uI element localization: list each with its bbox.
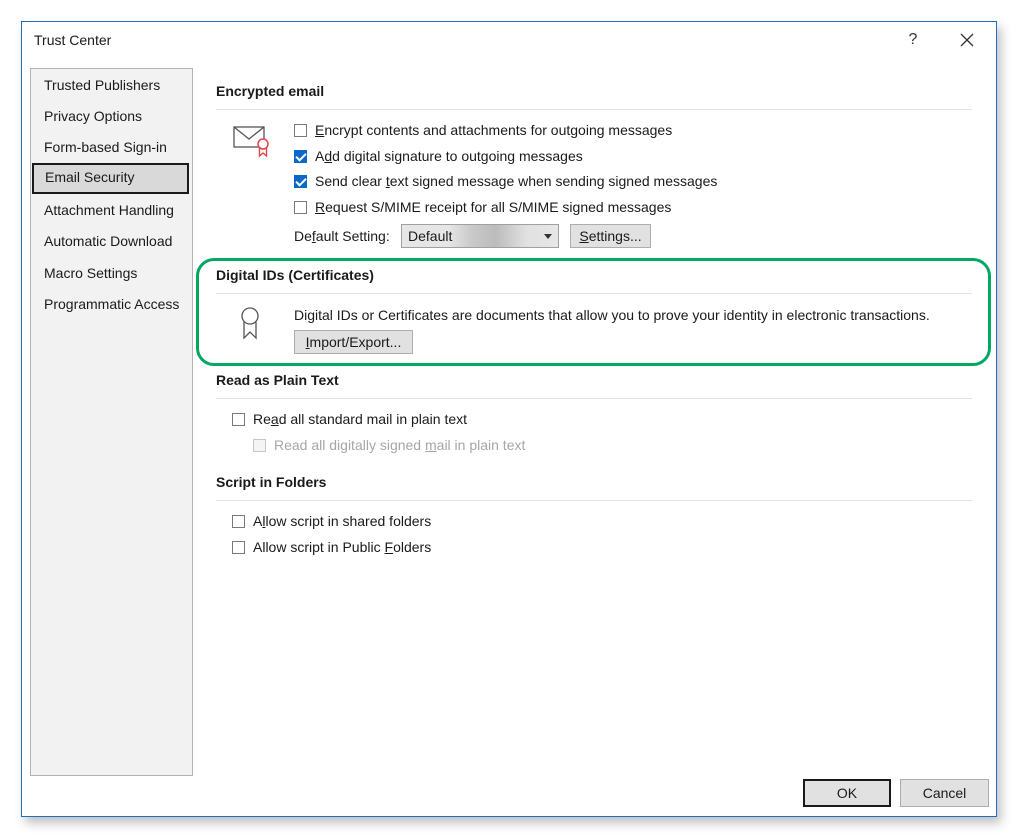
divider <box>216 398 972 399</box>
close-button[interactable] <box>952 28 982 52</box>
sidebar-item-automatic-download[interactable]: Automatic Download <box>32 227 189 255</box>
add-digital-signature-checkbox[interactable]: Add digital signature to outgoing messag… <box>294 148 583 164</box>
envelope-certificate-icon <box>233 126 269 158</box>
checkbox-label: Encrypt contents and attachments for out… <box>315 122 673 138</box>
encrypted-email-heading: Encrypted email <box>216 83 325 99</box>
checkbox-box[interactable] <box>232 514 245 528</box>
checkbox-label: Read all digitally signed mail in plain … <box>274 437 526 453</box>
allow-script-shared-folders-checkbox[interactable]: Allow script in shared folders <box>232 513 431 529</box>
checkbox-box[interactable] <box>294 174 307 188</box>
chevron-down-icon <box>544 234 552 239</box>
digital-ids-heading: Digital IDs (Certificates) <box>216 267 374 283</box>
checkbox-box[interactable] <box>294 123 307 137</box>
ok-button[interactable]: OK <box>803 779 891 807</box>
import-export-button[interactable]: Import/Export... <box>294 330 413 354</box>
checkbox-label: Allow script in Public Folders <box>253 539 432 555</box>
sidebar-item-privacy-options[interactable]: Privacy Options <box>32 102 189 130</box>
allow-script-public-folders-checkbox[interactable]: Allow script in Public Folders <box>232 539 431 555</box>
checkbox-box[interactable] <box>294 149 307 163</box>
digital-ids-description: Digital IDs or Certificates are document… <box>294 307 930 323</box>
checkbox-label: Read all standard mail in plain text <box>253 411 468 427</box>
close-icon <box>960 33 974 47</box>
checkbox-label: Allow script in shared folders <box>253 513 432 529</box>
cancel-button[interactable]: Cancel <box>900 779 989 807</box>
divider <box>216 500 972 501</box>
read-as-plain-text-heading: Read as Plain Text <box>216 372 339 388</box>
read-signed-mail-plain-text-checkbox: Read all digitally signed mail in plain … <box>253 437 525 453</box>
divider <box>216 109 972 110</box>
checkbox-box[interactable] <box>232 540 245 554</box>
settings-button[interactable]: Settings... <box>570 224 651 248</box>
send-clear-text-signed-checkbox[interactable]: Send clear text signed message when send… <box>294 173 717 189</box>
encrypt-contents-checkbox[interactable]: Encrypt contents and attachments for out… <box>294 122 672 138</box>
trust-center-dialog: Trust Center ? Trusted Publishers Privac… <box>21 21 997 817</box>
default-setting-dropdown[interactable]: Default <box>401 224 559 248</box>
default-setting-label: Default Setting: <box>294 228 390 244</box>
sidebar-item-form-based-sign-in[interactable]: Form-based Sign-in <box>32 133 189 161</box>
window-title: Trust Center <box>34 32 112 48</box>
checkbox-box[interactable] <box>232 412 245 426</box>
sidebar-item-attachment-handling[interactable]: Attachment Handling <box>32 196 189 224</box>
dropdown-value: Default <box>408 228 453 244</box>
checkbox-box[interactable] <box>294 200 307 214</box>
request-smime-receipt-checkbox[interactable]: Request S/MIME receipt for all S/MIME si… <box>294 199 671 215</box>
certificate-ribbon-icon <box>241 307 259 340</box>
read-standard-mail-plain-text-checkbox[interactable]: Read all standard mail in plain text <box>232 411 467 427</box>
checkbox-label: Send clear text signed message when send… <box>315 173 718 189</box>
sidebar-item-trusted-publishers[interactable]: Trusted Publishers <box>32 71 189 99</box>
divider <box>216 293 972 294</box>
sidebar: Trusted Publishers Privacy Options Form-… <box>30 68 193 776</box>
sidebar-item-macro-settings[interactable]: Macro Settings <box>32 259 189 287</box>
help-button[interactable]: ? <box>898 28 928 52</box>
checkbox-label: Request S/MIME receipt for all S/MIME si… <box>315 199 672 215</box>
sidebar-item-email-security[interactable]: Email Security <box>32 163 189 194</box>
script-in-folders-heading: Script in Folders <box>216 474 327 490</box>
checkbox-label: Add digital signature to outgoing messag… <box>315 148 583 164</box>
checkbox-box <box>253 438 266 452</box>
sidebar-item-programmatic-access[interactable]: Programmatic Access <box>32 290 189 318</box>
